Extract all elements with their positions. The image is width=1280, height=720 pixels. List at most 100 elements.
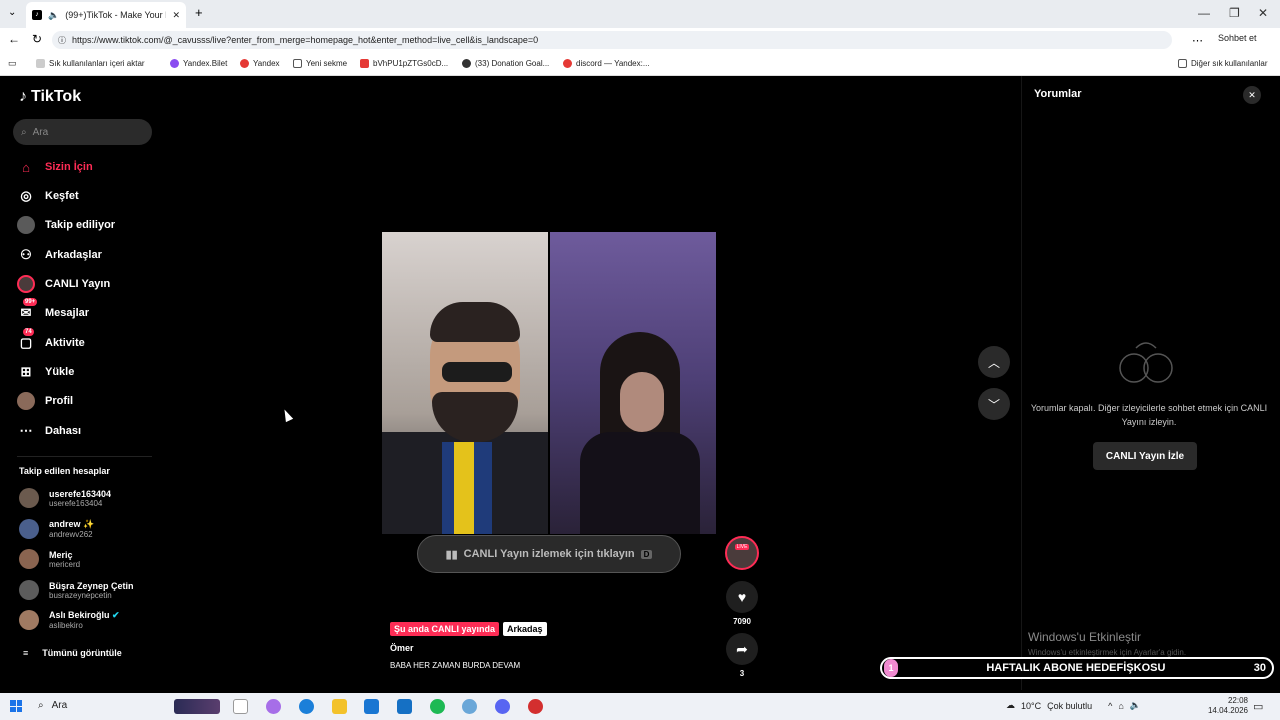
sidebar-item-live[interactable]: CANLI Yayın [17,275,110,293]
sidebar-item-activity[interactable]: ▢ 74 Aktivite [17,328,85,352]
network-icon[interactable]: ⌂ [1118,701,1123,711]
search-input[interactable]: ⌕ Ara [13,119,152,145]
comments-title: Yorumlar [1034,88,1082,100]
back-icon[interactable]: ← [8,32,20,46]
bookmark-donation-goal[interactable]: (33) Donation Goal... [462,59,549,68]
refresh-icon[interactable]: ↻ [32,32,42,46]
share-button[interactable]: ➦ [726,633,758,665]
search-placeholder: Ara [32,126,49,138]
like-count: 7090 [733,617,751,626]
avatar [19,610,39,630]
start-button[interactable] [10,700,22,712]
heart-icon: ♥ [737,589,747,605]
spotify-icon[interactable] [430,699,445,714]
account-item[interactable]: userefe163404 userefe163404 [19,488,111,508]
tiktok-logo[interactable]: ♪ TikTok [19,88,81,106]
speaker-icon[interactable]: 🔈 [48,10,59,21]
site-info-icon[interactable]: ⓘ [58,35,66,46]
watch-live-comments-button[interactable]: CANLI Yayın İzle [1093,442,1197,470]
weather-description: Çok bulutlu [1047,700,1093,711]
like-button[interactable]: ♥ [726,581,758,613]
shortcut-key: D [640,549,653,559]
account-item[interactable]: Meriç mericerd [19,549,80,569]
tab-list-icon[interactable]: ⌄ [8,7,16,18]
clock[interactable]: 22:08 14.04.2026 [1198,696,1248,716]
sidebar-item-profile[interactable]: Profil [17,392,73,410]
sidebar-item-for-you[interactable]: ⌂ Sizin İçin [17,158,93,176]
search-highlight-image[interactable] [174,699,220,714]
account-item[interactable]: Aslı Bekiroğlu ✔ aslibekiro [19,610,120,630]
yandex-bilet-icon [170,59,179,68]
tiktok-app: ♪ TikTok ⌕ Ara ⌂ Sizin İçin ◎ Keşfet Takip… [3,76,1277,690]
url-input[interactable]: https://www.tiktok.com/@_cavusss/live?en… [52,31,1172,49]
compass-icon: ◎ [20,188,32,203]
system-tray: ☁ 10°C Çok bulutlu ^ ⌂ 🔈 [1006,700,1141,711]
other-bookmarks[interactable]: Diğer sık kullanılanlar [1178,59,1267,68]
watch-live-button[interactable]: ▮▮ CANLI Yayın izlemek için tıklayın D [417,535,681,573]
app-icon[interactable] [528,699,543,714]
author-name[interactable]: Ömer [390,643,414,653]
sidebar-item-following[interactable]: Takip ediliyor [17,216,115,234]
live-video[interactable] [382,232,716,534]
discord-icon[interactable] [495,699,510,714]
outlook-icon[interactable] [397,699,412,714]
creator-live-avatar[interactable]: LIVE [725,536,759,570]
see-all-button[interactable]: ≡ Tümünü görüntüle [23,648,122,658]
bookmark-yandex[interactable]: Yandex [240,59,280,68]
reading-icon[interactable]: ▭ [8,58,17,69]
windows-taskbar: ⌕ Ara ☁ 10°C Çok bulutlu ^ ⌂ 🔈 22:08 14.0… [0,693,1280,720]
file-explorer-icon[interactable] [332,699,347,714]
notification-icon[interactable]: ▭ [1253,700,1263,713]
sidebar-item-explore[interactable]: ◎ Keşfet [17,187,78,205]
sidebar-item-friends[interactable]: ⚇ Arkadaşlar [17,246,102,264]
next-video-button[interactable]: ﹀ [978,388,1010,420]
bookmark-discord[interactable]: discord — Yandex:... [563,59,650,68]
activity-icon: ▢ 74 [19,328,34,350]
bookmark-new-tab[interactable]: Yeni sekme [293,59,347,68]
bookmark-bvh[interactable]: bVhPU1pZTGs0cD... [360,59,448,68]
edge-icon[interactable] [299,699,314,714]
volume-icon[interactable]: 🔈 [1130,700,1141,711]
copilot-chat-button[interactable]: Sohbet et [1218,33,1257,43]
restore-icon[interactable]: ❐ [1229,6,1240,20]
live-icon [17,275,35,293]
close-icon: ✕ [1248,89,1256,100]
streamlabs-icon [462,59,471,68]
settings-gear-icon[interactable] [462,699,477,714]
account-item[interactable]: Büşra Zeynep Çetin busrazeynepcetin [19,580,134,600]
taskbar-search[interactable]: ⌕ Ara [38,700,67,711]
chevron-up-icon[interactable]: ^ [1108,701,1112,711]
minimize-icon[interactable]: — [1198,6,1210,20]
close-comments-button[interactable]: ✕ [1243,86,1261,104]
tab-close-icon[interactable]: ✕ [172,10,180,21]
sidebar-item-more[interactable]: ⋯ Dahası [17,422,82,440]
copilot-icon[interactable] [266,699,281,714]
bookmark-yandex-bilet[interactable]: Yandex.Bilet [170,59,227,68]
comments-panel: Yorumlar ✕ Yorumlar kapalı. Diğer izleyi… [1021,76,1277,690]
video-right-panel [550,232,716,534]
sidebar-item-messages[interactable]: ✉ 99+ Mesajlar [17,298,89,322]
person-hair [430,302,520,342]
store-icon[interactable] [364,699,379,714]
sunglasses [442,362,512,382]
avatar [19,549,39,569]
page-icon [293,59,302,68]
window-close-icon[interactable]: ✕ [1258,6,1268,20]
avatar [19,580,39,600]
previous-video-button[interactable]: ︿ [978,346,1010,378]
task-view-icon[interactable] [233,699,248,714]
person-body [580,432,700,534]
account-item[interactable]: andrew ✨ andrewv262 [19,519,94,539]
temperature: 10°C [1021,700,1042,711]
browser-tab[interactable]: ♪ 🔈 (99+)TikTok - Make Your Day ✕ [26,2,186,28]
more-options-icon[interactable]: ⋯ [1192,34,1203,47]
folder-icon [1178,59,1187,68]
comments-off-illustration-icon [1119,342,1173,383]
sidebar-item-upload[interactable]: ⊞ Yükle [17,363,75,381]
avatar [19,488,39,508]
bookmark-import[interactable]: Sık kullanılanları içeri aktar [36,59,145,68]
new-tab-icon[interactable]: + [195,5,203,20]
friends-icon: ⚇ [20,247,32,262]
yandex-icon [240,59,249,68]
bars-icon: ▮▮ [445,548,458,561]
